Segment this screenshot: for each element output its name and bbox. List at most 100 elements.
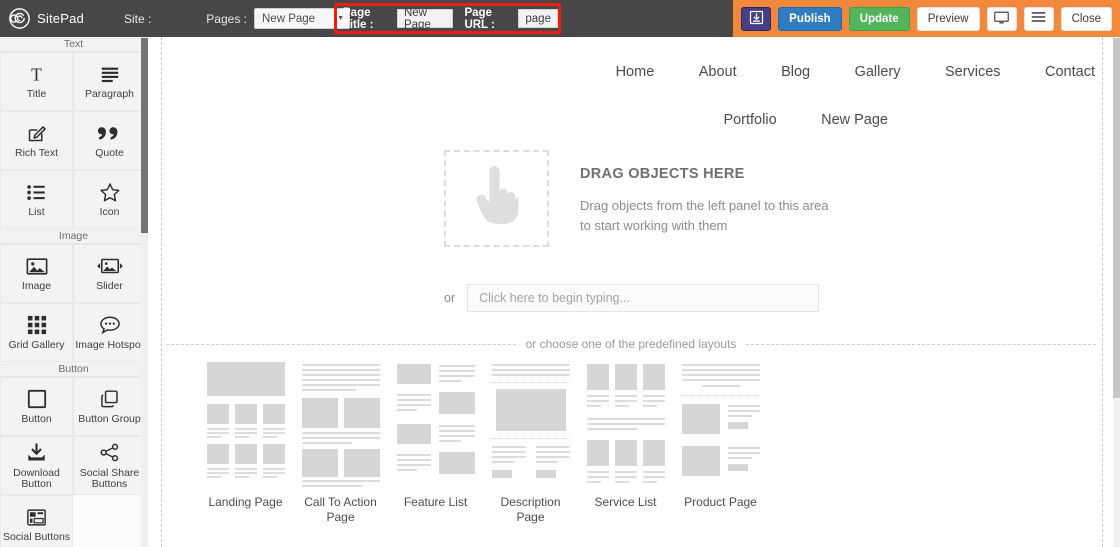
brand-name: SitePad	[37, 11, 84, 26]
nav-link-services[interactable]: Services	[945, 55, 1001, 89]
picture-icon	[26, 254, 48, 278]
device-button[interactable]	[986, 6, 1017, 31]
sidebar-item-rich-text[interactable]: Rich Text	[0, 111, 73, 170]
layouts-divider: or choose one of the predefined layouts	[166, 337, 1097, 351]
menu-button[interactable]	[1023, 6, 1054, 31]
page-canvas[interactable]: Home About Blog Gallery Services Contact…	[148, 37, 1113, 547]
drop-zone-text: DRAG OBJECTS HERE Drag objects from the …	[580, 150, 829, 236]
layout-description-page[interactable]: Description Page	[483, 362, 578, 525]
divider-label: or choose one of the predefined layouts	[525, 337, 737, 351]
drop-zone[interactable]: DRAG OBJECTS HERE Drag objects from the …	[444, 150, 829, 247]
layout-label: Service List	[594, 495, 657, 509]
sidebar-item-image[interactable]: Image	[0, 244, 73, 303]
social-grid-icon	[26, 505, 47, 529]
sidebar-item-paragraph[interactable]: Paragraph	[73, 52, 146, 111]
or-label: or	[444, 291, 456, 305]
pencil-square-icon	[26, 121, 47, 145]
layout-thumbnail	[301, 362, 380, 487]
sidebar-item-label: Icon	[99, 206, 120, 219]
layout-thumbnail	[396, 362, 475, 485]
nav-link-new-page[interactable]: New Page	[821, 103, 888, 137]
begin-typing-input[interactable]: Click here to begin typing...	[467, 284, 820, 312]
nav-link-about[interactable]: About	[699, 55, 737, 89]
layout-thumbnail	[206, 362, 285, 485]
pages-label: Pages :	[206, 11, 247, 26]
layout-landing-page[interactable]: Landing Page	[198, 362, 293, 525]
sidebar-item-grid-gallery[interactable]: Grid Gallery	[0, 303, 73, 362]
nav-link-gallery[interactable]: Gallery	[855, 55, 901, 89]
page-url-value: page	[525, 12, 551, 25]
sidebar-item-label: Quote	[95, 147, 124, 160]
publish-button[interactable]: Publish	[778, 6, 842, 31]
picture-arrows-icon	[96, 254, 123, 278]
nav-link-home[interactable]: Home	[616, 55, 655, 89]
sidebar-item-label: Download Button	[13, 466, 60, 490]
close-button-label: Close	[1071, 12, 1101, 25]
sidebar-item-label: List	[28, 206, 45, 219]
save-button[interactable]	[741, 6, 772, 31]
nav-link-blog[interactable]: Blog	[781, 55, 810, 89]
layout-label: Landing Page	[208, 495, 283, 509]
brand-logo[interactable]: SitePad	[0, 8, 84, 29]
sidebar-item-title[interactable]: T Title	[0, 52, 73, 111]
layout-feature-list[interactable]: Feature List	[388, 362, 483, 525]
update-button[interactable]: Update	[848, 6, 910, 31]
predefined-layouts: Landing Page Call To Action Page Feature…	[198, 362, 768, 525]
paragraph-lines-icon	[99, 62, 121, 86]
layout-thumbnail	[681, 362, 760, 485]
save-download-icon	[749, 10, 764, 28]
sidebar-item-list[interactable]: List	[0, 170, 73, 229]
sidebar-empty-cell	[73, 495, 146, 547]
sidebar-item-download-button[interactable]: Download Button	[0, 436, 73, 495]
sidebar-item-button-group[interactable]: Button Group	[73, 377, 146, 436]
stacked-squares-icon	[99, 387, 120, 411]
sidebar-item-quote[interactable]: Quote	[73, 111, 146, 170]
canvas-scrollbar-thumb[interactable]	[1113, 38, 1120, 398]
quote-marks-icon	[98, 121, 121, 145]
page-settings-highlight: Page Title : New Page Page URL : page	[334, 3, 561, 34]
bullet-list-icon	[26, 180, 47, 204]
layout-thumbnail	[586, 362, 665, 485]
layout-label: Description Page	[500, 495, 561, 524]
grid-dots-icon	[27, 313, 47, 337]
divider-line-right	[746, 343, 1097, 345]
pages-dropdown-value: New Page	[262, 12, 316, 25]
svg-text:T: T	[31, 64, 42, 84]
drop-zone-title: DRAG OBJECTS HERE	[580, 166, 745, 182]
sidebar-item-slider[interactable]: Slider	[73, 244, 146, 303]
sidebar-item-label: Rich Text	[15, 147, 58, 160]
sidebar-grid-text: T Title Paragraph Rich Text Quote List I…	[0, 52, 147, 229]
sidebar-item-button[interactable]: Button	[0, 377, 73, 436]
top-toolbar: SitePad Site : Pages : New Page ▼ Page T…	[0, 0, 1120, 37]
share-nodes-icon	[99, 441, 120, 465]
sitepad-spiral-logo-icon	[9, 8, 30, 29]
preview-button[interactable]: Preview	[916, 6, 980, 31]
drop-zone-target[interactable]	[444, 150, 549, 247]
update-button-label: Update	[859, 12, 899, 25]
sidebar-item-label: Button	[21, 413, 52, 426]
site-nav-row-2: Portfolio New Page	[148, 103, 1095, 137]
drop-zone-desc-line1: Drag objects from the left panel to this…	[580, 198, 829, 213]
sidebar-grid-image: Image Slider Grid Gallery Image Hotspot	[0, 244, 147, 362]
toolbar-left-group: SitePad Site : Pages : New Page ▼	[0, 0, 350, 37]
widgets-sidebar[interactable]: Text T Title Paragraph Rich Text Quote L…	[0, 37, 148, 547]
sidebar-item-social-share-buttons[interactable]: Social Share Buttons	[73, 436, 146, 495]
layout-service-list[interactable]: Service List	[578, 362, 673, 525]
close-button[interactable]: Close	[1060, 6, 1112, 31]
site-nav-row-1: Home About Blog Gallery Services Contact…	[148, 55, 1113, 137]
sidebar-item-label: Grid Gallery	[8, 339, 65, 352]
layout-call-to-action-page[interactable]: Call To Action Page	[293, 362, 388, 525]
sidebar-item-image-hotspot[interactable]: Image Hotspot	[73, 303, 146, 362]
layout-product-page[interactable]: Product Page	[673, 362, 768, 525]
page-url-input[interactable]: page	[518, 9, 558, 28]
nav-link-portfolio[interactable]: Portfolio	[723, 103, 776, 137]
sidebar-item-icon[interactable]: Icon	[73, 170, 146, 229]
page-url-label: Page URL :	[464, 6, 495, 31]
sidebar-item-label: Image	[21, 280, 52, 293]
sidebar-scrollbar-thumb[interactable]	[141, 38, 148, 233]
page-title-input[interactable]: New Page	[396, 7, 454, 31]
nav-link-contact[interactable]: Contact	[1045, 55, 1095, 89]
sidebar-grid-button: Button Button Group Download Button Soci…	[0, 377, 147, 547]
speech-bubble-icon	[99, 313, 121, 337]
sidebar-item-social-buttons[interactable]: Social Buttons	[0, 495, 73, 547]
